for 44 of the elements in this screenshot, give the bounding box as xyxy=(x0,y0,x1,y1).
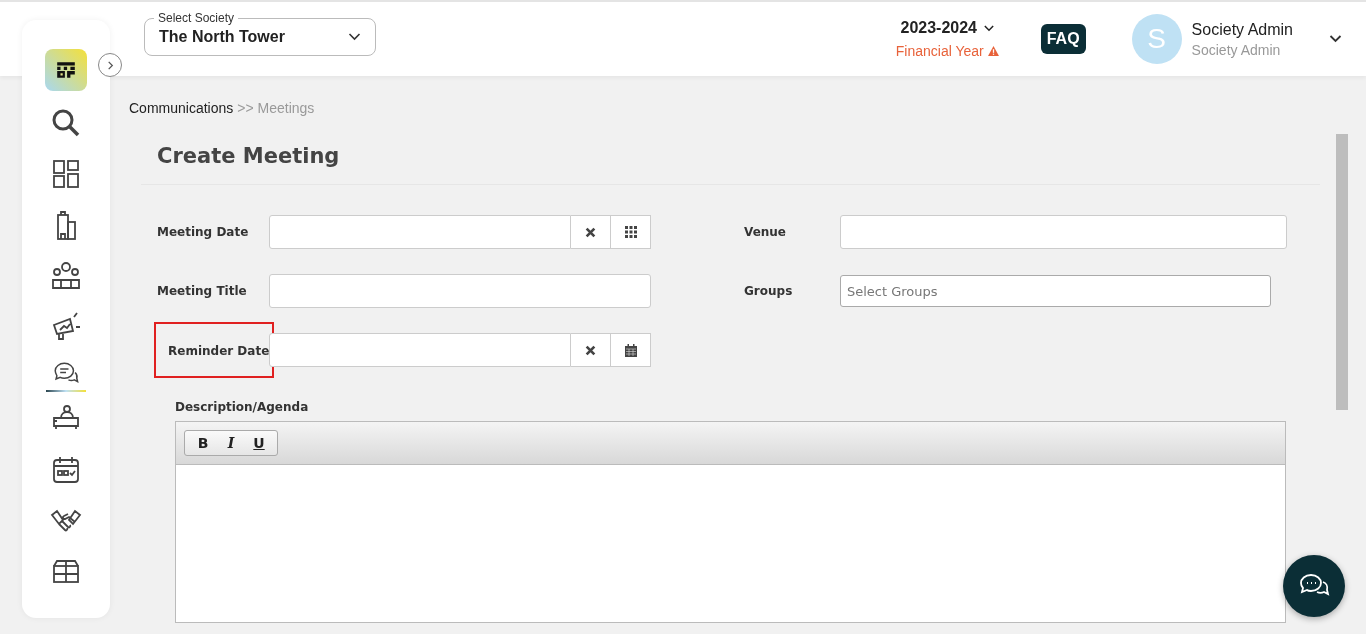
chevron-down-icon xyxy=(348,33,361,41)
field-label: Groups xyxy=(744,284,794,298)
rich-text-editor[interactable]: B I U xyxy=(175,421,1286,623)
people-icon xyxy=(50,260,82,292)
clear-button[interactable] xyxy=(571,333,611,367)
calendar-icon xyxy=(624,343,637,357)
calendar-icon xyxy=(50,454,82,486)
user-name: Society Admin xyxy=(1191,20,1293,39)
faq-button[interactable]: FAQ xyxy=(1040,24,1086,54)
breadcrumb-current: >> Meetings xyxy=(237,100,315,116)
format-button[interactable]: U xyxy=(245,433,273,453)
user-role: Society Admin xyxy=(1191,41,1282,58)
chevron-down-icon xyxy=(984,24,994,32)
logo-icon[interactable] xyxy=(45,49,87,91)
field-label: Reminder Date xyxy=(156,324,272,376)
megaphone-icon xyxy=(50,311,82,343)
breadcrumb-link[interactable]: Communications xyxy=(129,100,234,116)
financial-year-value[interactable]: 2023-2024 xyxy=(900,19,977,37)
field-label: Meeting Title xyxy=(156,284,248,298)
date-input[interactable] xyxy=(269,215,571,249)
calendar-button[interactable] xyxy=(611,333,651,367)
expand-button[interactable] xyxy=(98,53,122,77)
close-icon xyxy=(585,226,596,238)
grid-icon xyxy=(624,226,637,238)
dashboard-icon xyxy=(50,158,82,190)
society-select-label: Select Society xyxy=(154,11,239,25)
close-icon xyxy=(585,344,596,356)
clear-button[interactable] xyxy=(571,215,611,249)
chevron-right-icon xyxy=(105,60,115,70)
text-input[interactable] xyxy=(269,274,651,308)
chevron-down-icon[interactable] xyxy=(1329,35,1342,43)
field-label: Description/Agenda xyxy=(175,400,309,414)
page-title: Create Meeting xyxy=(141,124,1320,185)
format-button[interactable]: I xyxy=(217,433,245,453)
field-label: Meeting Date xyxy=(156,225,250,239)
text-input[interactable] xyxy=(840,215,1287,249)
format-button[interactable]: B xyxy=(189,433,217,453)
grid-button[interactable] xyxy=(611,215,651,249)
groups-select[interactable]: Select Groups xyxy=(840,275,1271,307)
search-icon xyxy=(50,107,82,139)
date-input[interactable] xyxy=(269,333,571,367)
field-label: Venue xyxy=(744,225,787,239)
financial-year-label: Financial Year xyxy=(895,43,984,59)
chat-button[interactable] xyxy=(1283,555,1345,617)
